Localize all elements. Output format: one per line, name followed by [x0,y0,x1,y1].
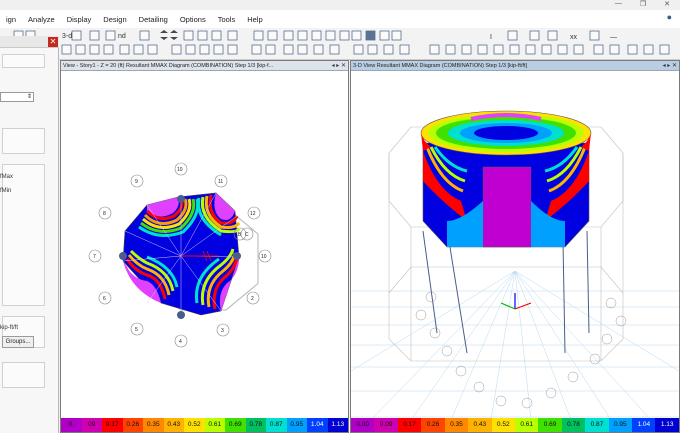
legend-cell: 0.95 [286,418,307,432]
minimize-button[interactable]: — [615,0,622,10]
legend-cell: 0.26 [122,418,143,432]
menu-analyze[interactable]: Analyze [22,15,61,24]
legend-cell: 0. [61,418,82,432]
min-label: fMin [0,188,12,194]
grid-label: 3 [221,328,224,334]
spinner-icon[interactable]: ⇕ [27,93,32,100]
menu-display[interactable]: Display [61,15,98,24]
user-icon[interactable]: ● [667,12,672,22]
menu-design[interactable]: ign [0,15,22,24]
legend-cell: 0.09 [374,418,398,432]
toolbar-icons[interactable]: 3-d nd I xx — [0,28,680,60]
menu-detailing[interactable]: Detailing [133,15,174,24]
svg-text:—: — [610,34,617,41]
legend-cell: 0.17 [397,418,422,432]
plan-view-title[interactable]: View - Story1 - Z = 20 (ft) Resultant MM… [61,61,348,71]
grid-label: B [238,232,242,238]
menu-tools[interactable]: Tools [212,15,242,24]
menu-design-2[interactable]: Design [97,15,132,24]
grid-label: 10 [177,167,183,173]
legend-cell: 09 [81,418,102,432]
legend-cell: 0.35 [143,418,164,432]
window-controls: — ❐ ✕ [570,0,680,10]
grid-label: 10 [261,254,267,260]
grid-label: 2 [251,296,254,302]
legend-cell: 0.00 [351,418,375,432]
legend-cell: 1.13 [655,418,679,432]
legend-cell: 0.43 [468,418,492,432]
close-window-button[interactable]: ✕ [664,0,670,10]
legend-cell: 0.61 [204,418,225,432]
grid-label: 4 [179,339,182,345]
plan-view-window[interactable]: View - Story1 - Z = 20 (ft) Resultant MM… [60,60,349,433]
toolbar: 3-d nd I xx — [0,28,680,60]
3d-view-window[interactable]: 3-D View Resultant MMAX Diagram (COMBINA… [350,60,680,433]
grid-label: 12 [250,211,256,217]
svg-text:3-d: 3-d [62,33,72,40]
grid-label: 9 [135,179,138,185]
svg-text:nd: nd [118,33,126,40]
maximize-button[interactable]: ❐ [640,0,646,10]
grid-label: 8 [103,211,106,217]
3d-view-title[interactable]: 3-D View Resultant MMAX Diagram (COMBINA… [351,61,679,71]
grid-label: 7 [93,254,96,260]
legend-cell: 1.04 [632,418,656,432]
left-panel-header: ✕ [0,36,59,48]
panel-section [2,54,45,68]
units-label: kip-ft/ft [0,325,19,331]
3d-view-canvas[interactable] [351,71,679,420]
close-icon[interactable]: ✕ [48,37,58,47]
legend-cell: 0.52 [184,418,205,432]
plan-view-canvas[interactable] [61,71,349,420]
groups-button[interactable]: Groups... [2,336,34,348]
menu-options[interactable]: Options [174,15,212,24]
grid-label: 6 [103,296,106,302]
grid-label: C [245,232,249,238]
legend-cell: 0.52 [491,418,515,432]
svg-text:xx: xx [570,34,578,41]
view-nav[interactable]: ◂ ▸ ✕ [663,61,677,71]
legend-cell: 0.78 [561,418,586,432]
legend-cell: 0.35 [444,418,469,432]
grid-label: 5 [135,327,138,333]
legend-cell: 0.43 [163,418,184,432]
panel-section [2,128,45,154]
legend-cell: 1.13 [327,418,348,432]
legend-cell: 0.95 [608,418,633,432]
legend-cell: 0.17 [102,418,123,432]
legend-cell: 0.26 [421,418,445,432]
view-nav[interactable]: ◂ ▸ ✕ [332,61,346,71]
grid-label: 11 [218,179,224,185]
color-legend: 0.00 0.09 0.17 0.26 0.35 0.43 0.52 0.61 … [351,418,679,432]
panel-section [2,164,45,306]
menu-bar: ign Analyze Display Design Detailing Opt… [0,10,680,28]
legend-cell: 0.61 [514,418,539,432]
legend-cell: 0.69 [225,418,246,432]
legend-cell: 0.69 [538,418,562,432]
menu-help[interactable]: Help [241,15,268,24]
max-label: fMax [0,174,14,180]
color-legend: 0. 09 0.17 0.26 0.35 0.43 0.52 0.61 0.69… [61,418,348,432]
panel-section [2,362,45,388]
legend-cell: 1.04 [307,418,328,432]
legend-cell: 0.78 [245,418,266,432]
left-panel: ✕ ⇕ fMax fMin kip-ft/ft Groups... [0,36,59,433]
svg-text:I: I [490,34,492,41]
legend-cell: 0.87 [266,418,287,432]
legend-cell: 0.87 [585,418,609,432]
dropdown[interactable]: ⇕ [0,92,34,102]
